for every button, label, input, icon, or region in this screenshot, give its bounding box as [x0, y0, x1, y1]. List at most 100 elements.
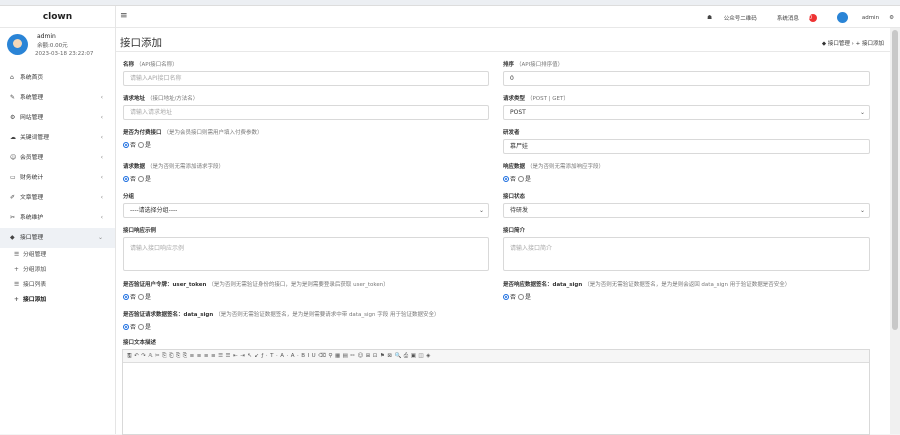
submenu-item-group-add[interactable]: + 分组添加 — [0, 263, 115, 278]
radio-label: 否 — [130, 176, 137, 183]
sidebar-item-home[interactable]: ⌂ 系统首页 — [0, 68, 115, 88]
submenu-item-api-add[interactable]: + 接口添加 — [0, 293, 115, 308]
pay-yes-radio[interactable] — [137, 142, 144, 148]
radio-label: 是 — [144, 324, 151, 331]
method-label: 请求类型 （POST | GET） — [503, 96, 569, 102]
name-input[interactable]: 请输入API接口名称 — [123, 71, 489, 86]
resp-sign-yes-radio[interactable] — [517, 294, 524, 300]
sidebar-item-finance[interactable]: ▭ 财务统计 ‹ — [0, 168, 115, 188]
url-group: 请求地址 （接口地址/方法名） 请输入请求地址 — [123, 94, 489, 120]
sidebar-item-members[interactable]: ☺ 会员管理 ‹ — [0, 148, 115, 168]
page-title: 接口添加 — [120, 37, 162, 49]
group-select[interactable]: ----请选择分组---- ⌄ — [123, 203, 489, 218]
url-label: 请求地址 （接口地址/方法名） — [123, 96, 199, 102]
sidebar-item-website[interactable]: ⚙ 网站管理 ‹ — [0, 108, 115, 128]
req-data-no-radio[interactable] — [123, 176, 129, 182]
status-select[interactable]: 待研发 ⌄ — [503, 203, 870, 218]
sidebar-item-maintenance[interactable]: ✂ 系统维护 ‹ — [0, 208, 115, 228]
name-group: 名称 （API接口名称） 请输入API接口名称 — [123, 60, 489, 86]
sidebar-item-system[interactable]: ✎ 系统管理 ‹ — [0, 88, 115, 108]
brand-logo[interactable]: clown — [0, 6, 115, 28]
sidebar-item-articles[interactable]: ✐ 文章管理 ‹ — [0, 188, 115, 208]
sidebar-item-label: 财务统计 — [20, 175, 44, 181]
sidebar-item-keywords[interactable]: ☁ 关键词管理 ‹ — [0, 128, 115, 148]
tools-icon: ✂ — [10, 214, 16, 221]
pay-label: 是否为付费接口 （是为会员接口则需用户填入付费参数） — [123, 130, 263, 136]
resp-data-group: 响应数据 （是为否则无需添加响应字段） 否 是 — [503, 162, 870, 183]
pay-no-radio[interactable] — [123, 142, 129, 148]
developer-group: 研发者 慕尸娃 — [503, 128, 870, 154]
messages-link[interactable]: 系统消息 0 — [767, 13, 817, 22]
group-select-group: 分组 ----请选择分组---- ⌄ — [123, 192, 489, 218]
resp-data-yes-radio[interactable] — [517, 176, 524, 182]
resp-sign-radios: 否 是 — [503, 292, 883, 301]
pay-group: 是否为付费接口 （是为会员接口则需用户填入付费参数） 否 是 — [123, 128, 489, 149]
token-radios: 否 是 — [123, 292, 501, 301]
req-data-group: 请求数据 （是为否则无需添加请求字段） 否 是 — [123, 162, 489, 183]
header-actions: ☗ 公众号二维码 系统消息 0 admin ⚙ — [687, 12, 894, 23]
api-icon: ◆ — [10, 234, 15, 241]
sidebar-menu: ⌂ 系统首页 ✎ 系统管理 ‹ ⚙ 网站管理 ‹ ☁ 关键词管理 ‹ ☺ 会员管理 ‹ ▭ 财务统计… — [0, 68, 115, 308]
resp-data-no-radio[interactable] — [503, 176, 509, 182]
token-no-radio[interactable] — [123, 294, 129, 300]
status-group: 接口状态 待研发 ⌄ — [503, 192, 870, 218]
avatar[interactable] — [7, 34, 28, 55]
sidebar-item-label: 接口管理 — [20, 235, 44, 241]
sidebar-item-label: 关键词管理 — [20, 135, 49, 141]
chevron-left-icon: ‹ — [100, 154, 103, 161]
status-label: 接口状态 — [503, 194, 526, 200]
breadcrumb-current: 接口添加 — [861, 41, 884, 47]
method-value: POST — [510, 109, 526, 116]
sort-input[interactable]: 0 — [503, 71, 870, 86]
req-data-radios: 否 是 — [123, 174, 489, 183]
profile-time: 2023-03-18 23:22:07 — [35, 51, 94, 57]
cloud-icon: ☁ — [10, 134, 16, 141]
submenu-item-api-list[interactable]: ☰ 接口列表 — [0, 278, 115, 293]
plus-icon: + — [14, 297, 19, 303]
req-data-yes-radio[interactable] — [137, 176, 144, 182]
group-value: ----请选择分组---- — [130, 207, 178, 214]
radio-label: 否 — [130, 324, 137, 331]
sidebar-item-label: 网站管理 — [20, 115, 44, 121]
chevron-down-icon: ⌄ — [97, 234, 103, 241]
intro-group: 接口简介 请输入接口简介 — [503, 226, 870, 271]
breadcrumb-parent[interactable]: 接口管理 — [828, 41, 850, 47]
req-sign-yes-radio[interactable] — [137, 324, 144, 330]
method-select[interactable]: POST ⌄ — [503, 105, 870, 120]
req-sign-no-radio[interactable] — [123, 324, 129, 330]
list-icon: ☰ — [14, 282, 20, 288]
profile-balance: 余额:0.00元 — [37, 43, 68, 49]
chevron-left-icon: ‹ — [100, 214, 103, 221]
req-sign-group: 是否验证请求数据签名：data_sign （是为否则无需验证数据签名，是为是则需… — [123, 310, 501, 331]
editor-toolbar[interactable]: 🖫↶↷𝔸✂⎘⎗⎘⎘≡≡≡≡☰☰⇤⇥↖↙ƒ·T·A·A·BIU⌫⚲▦▤✏☺⊞⊡⚑⊠… — [123, 350, 869, 363]
example-textarea[interactable]: 请输入接口响应示例 — [123, 237, 489, 271]
chevron-left-icon: ‹ — [100, 114, 103, 121]
radio-label: 否 — [510, 294, 517, 301]
chevron-left-icon: ‹ — [100, 174, 103, 181]
sidebar-item-api[interactable]: ◆ 接口管理 ⌄ — [0, 228, 115, 248]
submenu-label: 分组添加 — [23, 267, 47, 273]
users-icon: ☺ — [10, 154, 17, 161]
rich-text-editor[interactable]: 🖫↶↷𝔸✂⎘⎗⎘⎘≡≡≡≡☰☰⇤⇥↖↙ƒ·T·A·A·BIU⌫⚲▦▤✏☺⊞⊡⚑⊠… — [122, 349, 870, 435]
resp-sign-no-radio[interactable] — [503, 294, 509, 300]
scrollbar-thumb[interactable] — [892, 30, 898, 330]
page-titlebar: 接口添加 ◆ 接口管理 › + 接口添加 — [116, 28, 890, 52]
menu-toggle-icon[interactable]: ≡ — [120, 11, 128, 21]
pen-icon: ✐ — [10, 194, 16, 201]
breadcrumb: ◆ 接口管理 › + 接口添加 — [822, 39, 884, 47]
token-yes-radio[interactable] — [137, 294, 144, 300]
chevron-down-icon: ⌄ — [859, 207, 865, 214]
url-input[interactable]: 请输入请求地址 — [123, 105, 489, 120]
user-menu[interactable]: admin — [827, 12, 879, 23]
intro-textarea[interactable]: 请输入接口简介 — [503, 237, 870, 271]
main-content: 接口添加 ◆ 接口管理 › + 接口添加 名称 （API接口名称） 请输入API… — [116, 28, 890, 435]
user-profile: admin 余额:0.00元 2023-03-18 23:22:07 — [0, 28, 115, 64]
developer-input[interactable]: 慕尸娃 — [503, 139, 870, 154]
resp-data-radios: 否 是 — [503, 174, 870, 183]
sidebar: clown admin 余额:0.00元 2023-03-18 23:22:07… — [0, 6, 116, 434]
submenu-label: 接口添加 — [23, 297, 47, 303]
gear-icon: ⚙ — [10, 114, 16, 121]
qrcode-link[interactable]: ☗ 公众号二维码 — [697, 14, 757, 22]
submenu-item-group-manage[interactable]: ☰ 分组管理 — [0, 248, 115, 263]
settings-icon[interactable]: ⚙ — [889, 15, 894, 21]
